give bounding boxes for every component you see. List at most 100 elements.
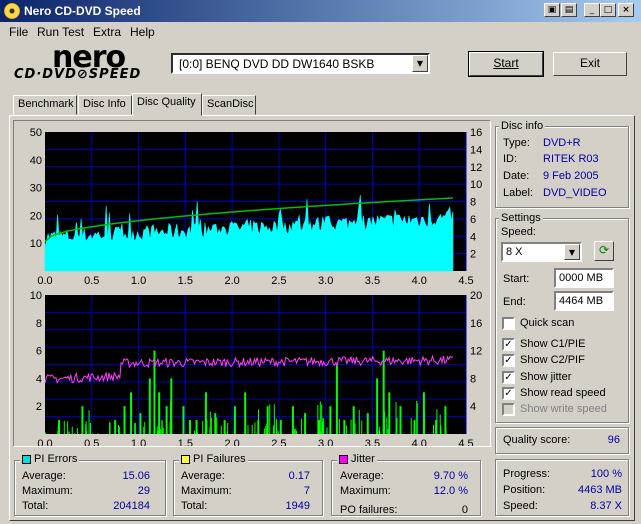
y-left-tick-label: 6 — [36, 346, 42, 358]
settings-title: Settings — [499, 212, 543, 224]
y-right-tick-label: 10 — [470, 179, 482, 191]
y-left-tick-label: 8 — [36, 318, 42, 330]
type-value: DVD+R — [543, 137, 581, 149]
drive-select-value: [0:0] BENQ DVD DD DW1640 BSKB — [179, 57, 375, 71]
close-icon[interactable]: × — [618, 3, 634, 17]
show-c1-label[interactable]: Show C1/PIE — [520, 338, 585, 350]
menu-bar: File Run Test Extra Help — [0, 22, 641, 42]
x-tick-label: 2.0 — [224, 438, 239, 446]
y-right-tick-label: 20 — [470, 290, 482, 302]
x-tick-label: 3.5 — [365, 275, 380, 287]
pi-failures-average: 0.17 — [288, 470, 310, 482]
menu-help[interactable]: Help — [130, 25, 155, 39]
refresh-icon[interactable]: ⟳ — [594, 241, 614, 261]
pi-failures-maximum: 7 — [303, 485, 310, 497]
start-button[interactable]: Start — [468, 51, 544, 77]
show-c2-label[interactable]: Show C2/PIF — [520, 354, 585, 366]
x-tick-label: 0.0 — [37, 275, 52, 287]
type-label: Type: — [503, 137, 530, 149]
drive-select[interactable]: [0:0] BENQ DVD DD DW1640 BSKB ▼ — [171, 53, 430, 74]
menu-extra[interactable]: Extra — [93, 25, 121, 39]
pi-errors-header: PI Errors — [20, 453, 80, 465]
tab-scandisc[interactable]: ScanDisc — [202, 95, 256, 115]
pi-errors-maximum-label: Maximum: — [22, 485, 73, 497]
progress-label: Progress: — [503, 468, 551, 480]
x-tick-label: 2.5 — [271, 438, 286, 446]
y-left-tick-label: 4 — [36, 373, 42, 385]
menu-file[interactable]: File — [9, 25, 28, 39]
show-c2-checkbox[interactable]: ✓ — [502, 354, 515, 367]
x-tick-label: 1.0 — [131, 275, 146, 287]
tab-benchmark[interactable]: Benchmark — [13, 95, 77, 115]
minimize-icon[interactable]: _ — [584, 3, 600, 17]
tab-disc-info[interactable]: Disc Info — [78, 95, 132, 115]
y-right-tick-label: 6 — [470, 214, 476, 226]
x-tick-label: 4.0 — [412, 438, 427, 446]
menu-run-test[interactable]: Run Test — [37, 25, 84, 39]
x-tick-label: 4.5 — [458, 275, 473, 287]
chart-area: 0.0 0.5 1.0 1.5 2.0 2.5 3.0 3.5 4.0 4.5 10 20 30 40 50… — [13, 120, 491, 450]
pi-failures-maximum-label: Maximum: — [181, 485, 232, 497]
pi-errors-total-label: Total: — [22, 500, 49, 512]
y-right-tick-label: 12 — [470, 346, 482, 358]
y-left-tick-label: 10 — [30, 238, 42, 250]
pi-failures-average-label: Average: — [181, 470, 225, 482]
show-read-speed-label[interactable]: Show read speed — [520, 387, 606, 399]
pi-failures-title: PI Failures — [193, 453, 246, 465]
y-left-tick-label: 40 — [30, 155, 42, 167]
position-label: Position: — [503, 484, 546, 496]
cd-dvd-speed-logo: CD·DVD⊘SPEED — [14, 67, 142, 82]
pi-errors-average-label: Average: — [22, 470, 66, 482]
help-icon[interactable]: ▣ — [544, 3, 560, 17]
jitter-maximum-label: Maximum: — [340, 485, 391, 497]
id-value: RITEK R03 — [543, 153, 599, 165]
x-tick-label: 1.5 — [178, 275, 193, 287]
pi-errors-total: 204184 — [113, 500, 150, 512]
window-title: Nero CD-DVD Speed — [24, 4, 141, 18]
x-tick-label: 0.0 — [37, 438, 52, 446]
show-write-speed-label: Show write speed — [520, 403, 607, 415]
y-left-tick-label: 2 — [36, 401, 42, 413]
tab-disc-quality[interactable]: Disc Quality — [132, 93, 202, 116]
quick-scan-label[interactable]: Quick scan — [520, 317, 574, 329]
y-right-tick-label: 2 — [470, 249, 476, 261]
x-tick-label: 3.0 — [318, 275, 333, 287]
end-input[interactable]: 4464 MB — [554, 291, 614, 311]
save-icon[interactable]: ▤ — [561, 3, 577, 17]
x-tick-label: 3.5 — [365, 438, 380, 446]
y-right-tick-label: 14 — [470, 144, 482, 156]
pi-failures-header: PI Failures — [179, 453, 248, 465]
show-read-speed-checkbox[interactable]: ✓ — [502, 387, 515, 400]
x-tick-label: 0.5 — [84, 438, 99, 446]
maximize-icon[interactable]: □ — [600, 3, 616, 17]
exit-button[interactable]: Exit — [553, 52, 627, 76]
speed-select[interactable]: 8 X ▼ — [501, 242, 582, 262]
y-left-tick-label: 30 — [30, 183, 42, 195]
pi-errors-swatch — [22, 454, 31, 464]
chevron-down-icon[interactable]: ▼ — [564, 244, 580, 260]
pi-errors-average: 15.06 — [122, 470, 150, 482]
y-left-tick-label: 20 — [30, 210, 42, 222]
quick-scan-checkbox[interactable] — [502, 317, 515, 330]
start-input[interactable]: 0000 MB — [554, 268, 614, 288]
y-right-tick-label: 16 — [470, 127, 482, 139]
speed-select-value: 8 X — [506, 246, 523, 258]
current-speed-label: Speed: — [503, 500, 538, 512]
jitter-maximum: 12.0 % — [433, 485, 468, 497]
show-jitter-checkbox[interactable]: ✓ — [502, 371, 515, 384]
quality-charts: 0.0 0.5 1.0 1.5 2.0 2.5 3.0 3.5 4.0 4.5 10 20 30 40 50… — [30, 127, 483, 450]
pi-failures-swatch — [181, 454, 190, 464]
y-right-tick-label: 8 — [470, 197, 476, 209]
show-jitter-label[interactable]: Show jitter — [520, 371, 571, 383]
chevron-down-icon[interactable]: ▼ — [412, 55, 428, 72]
date-label: Date: — [503, 170, 530, 182]
show-c1-checkbox[interactable]: ✓ — [502, 338, 515, 351]
y-left-tick-label: 50 — [30, 127, 42, 139]
x-tick-label: 2.0 — [224, 275, 239, 287]
current-speed-value: 8.37 X — [590, 500, 622, 512]
pi-failures-total: 1949 — [285, 500, 310, 512]
disc-info-title: Disc info — [499, 120, 546, 132]
app-disc-icon — [4, 3, 20, 19]
quality-score-label: Quality score: — [503, 434, 571, 446]
quality-score-value: 96 — [607, 434, 620, 446]
